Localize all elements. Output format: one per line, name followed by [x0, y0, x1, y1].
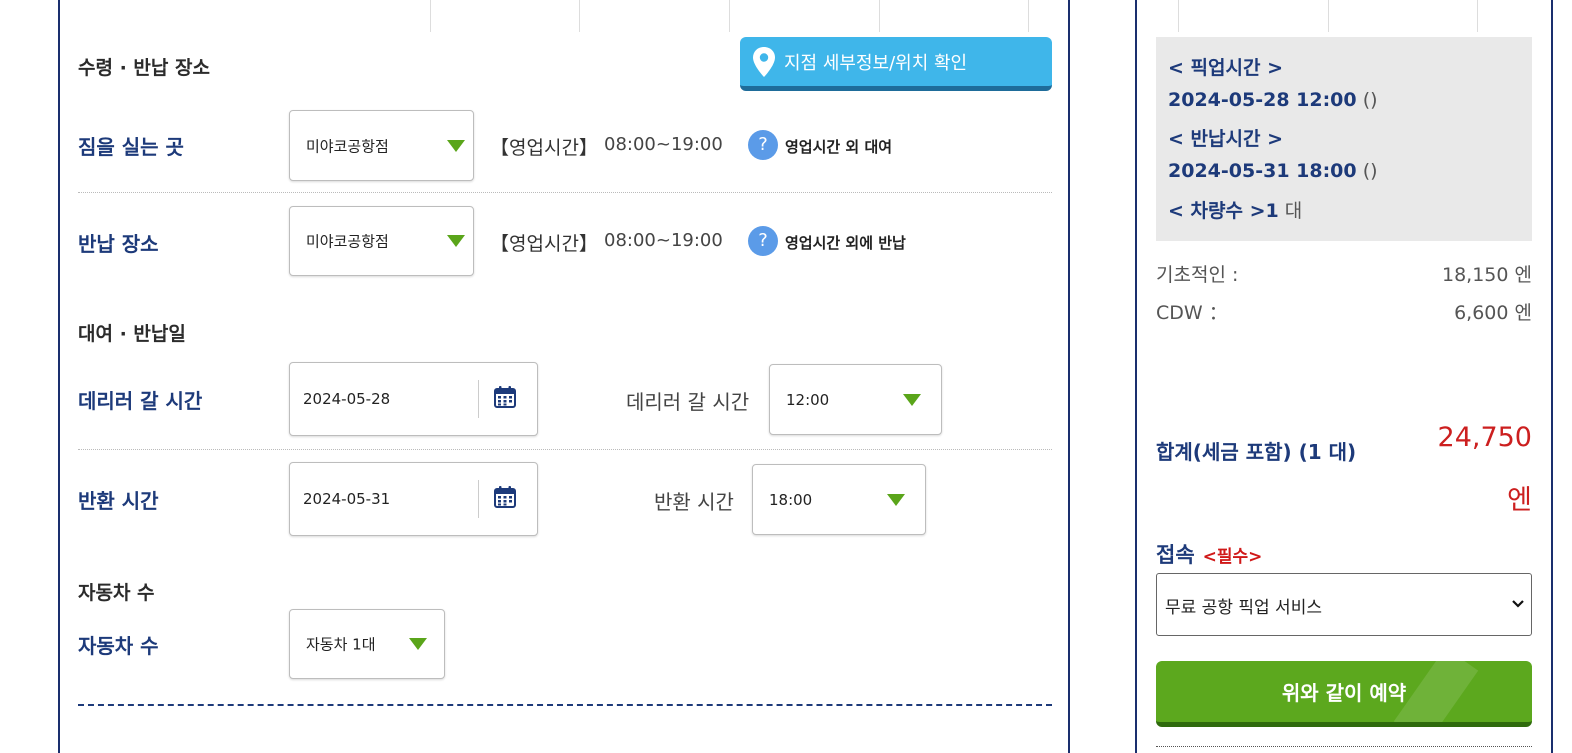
connection-value: 무료 공항 픽업 서비스: [1165, 598, 1322, 618]
location-section-heading: 수령 · 반납 장소: [78, 57, 210, 79]
section-divider: [78, 704, 1052, 706]
return-time-caption: 반환 시간: [654, 490, 734, 514]
total-label: 합계(세금 포함) (1 대): [1156, 440, 1357, 464]
row-divider: [78, 192, 1052, 193]
row-divider: [78, 449, 1052, 450]
chevron-down-icon: [1511, 594, 1525, 618]
car-count-summary: < 차량수 >1 대: [1168, 200, 1303, 222]
return-date-value: 2024-05-31: [303, 490, 391, 508]
return-time-summary: 2024-05-31 18:00 (): [1168, 160, 1378, 182]
car-count-label: 자동차 수: [78, 634, 159, 658]
help-icon[interactable]: ?: [748, 130, 778, 160]
return-location-value: 미야코공항점: [306, 232, 389, 251]
return-hours-label: 【영업시간】: [490, 233, 598, 255]
car-count-select[interactable]: 자동차 1대: [289, 609, 445, 679]
schedule-summary-box: < 픽업시간 > 2024-05-28 12:00 () < 반납시간 > 20…: [1156, 37, 1532, 241]
required-marker: <필수>: [1202, 547, 1263, 567]
pickup-time-select[interactable]: 12:00: [769, 364, 942, 435]
calendar-icon[interactable]: [493, 385, 517, 413]
branch-details-label: 지점 세부정보/위치 확인: [784, 53, 968, 74]
return-date-field[interactable]: 2024-05-31: [289, 462, 538, 536]
pickup-date-value: 2024-05-28: [303, 390, 391, 408]
pickup-date-field[interactable]: 2024-05-28: [289, 362, 538, 436]
calendar-icon[interactable]: [493, 485, 517, 513]
pickup-time-title: < 픽업시간 >: [1168, 57, 1283, 79]
dropdown-triangle-icon: [447, 235, 465, 247]
total-currency: 엔: [1507, 485, 1532, 516]
pickup-time-value: 12:00: [786, 390, 830, 409]
field-separator: [478, 380, 479, 418]
pickup-datetime-label: 데리러 갈 시간: [78, 389, 203, 413]
location-pin-icon: [752, 46, 776, 82]
dropdown-triangle-icon: [409, 638, 427, 650]
connection-select[interactable]: 무료 공항 픽업 서비스: [1156, 573, 1532, 636]
base-price-value: 18,150 엔: [1441, 264, 1532, 286]
pickup-location-value: 미야코공항점: [306, 137, 389, 155]
dropdown-triangle-icon: [447, 139, 465, 152]
return-datetime-label: 반환 시간: [78, 489, 159, 513]
pickup-hours-label: 【영업시간】: [490, 137, 598, 159]
pickup-time-caption: 데리러 갈 시간: [626, 390, 750, 414]
date-section-heading: 대여 · 반납일: [78, 323, 186, 345]
return-location-label: 반납 장소: [78, 232, 159, 256]
cdw-label: CDW ：: [1156, 302, 1228, 324]
branch-details-button[interactable]: 지점 세부정보/위치 확인: [740, 37, 1052, 91]
return-hours-value: 08:00~19:00: [604, 230, 723, 251]
side-divider: [1156, 746, 1532, 747]
pickup-hours-value: 08:00~19:00: [604, 134, 723, 155]
car-section-heading: 자동차 수: [78, 582, 155, 604]
base-price-label: 기초적인 :: [1156, 264, 1239, 286]
return-time-select[interactable]: 18:00: [752, 464, 926, 535]
dropdown-triangle-icon: [903, 393, 921, 406]
connection-label: 접속 <필수>: [1156, 543, 1263, 567]
cdw-value: 6,600 엔: [1454, 302, 1532, 324]
return-time-value: 18:00: [769, 490, 813, 509]
pickup-location-select[interactable]: 미야코공항점: [289, 110, 474, 181]
return-location-select[interactable]: 미야코공항점: [289, 206, 474, 276]
return-after-hours-link[interactable]: 영업시간 외에 반납: [785, 232, 906, 253]
reserve-button[interactable]: 위와 같이 예약: [1156, 661, 1532, 727]
reserve-button-label: 위와 같이 예약: [1281, 681, 1407, 705]
total-amount: 24,750: [1437, 422, 1532, 453]
field-separator: [478, 480, 479, 518]
pickup-after-hours-link[interactable]: 영업시간 외 대여: [785, 136, 892, 157]
dropdown-triangle-icon: [887, 493, 905, 506]
help-icon[interactable]: ?: [748, 226, 778, 256]
pickup-time-summary: 2024-05-28 12:00 (): [1168, 89, 1378, 111]
return-time-title: < 반납시간 >: [1168, 128, 1283, 150]
car-count-value: 자동차 1대: [306, 635, 376, 654]
pickup-location-label: 짐을 실는 곳: [78, 135, 184, 159]
